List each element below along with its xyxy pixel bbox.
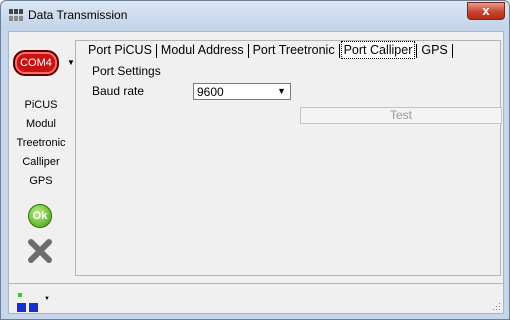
tab-separator: [338, 43, 340, 58]
baud-rate-value: 9600: [197, 85, 224, 99]
status-divider: [9, 283, 503, 284]
tab-bar: Port PiCUS Modul Address Port Treetronic Po…: [85, 41, 454, 59]
tab-separator: [416, 43, 418, 58]
baud-rate-label: Baud rate: [92, 84, 145, 98]
dialog-body: COM4 ▼ PiCUS Modul Treetronic Calliper G…: [8, 31, 504, 314]
window-title: Data Transmission: [28, 8, 128, 22]
close-icon: x: [482, 3, 490, 18]
tab-port-calliper[interactable]: Port Calliper: [340, 41, 416, 59]
chevron-down-icon[interactable]: ▼: [44, 296, 50, 302]
device-nav-list: PiCUS Modul Treetronic Calliper GPS: [9, 96, 73, 191]
tab-gps[interactable]: GPS: [418, 42, 450, 58]
title-bar[interactable]: Data Transmission x: [1, 1, 509, 29]
section-title: Port Settings: [92, 64, 161, 78]
tab-separator: [247, 43, 249, 58]
test-button[interactable]: Test: [300, 107, 502, 124]
tab-modul-address[interactable]: Modul Address: [158, 42, 247, 58]
chevron-down-icon[interactable]: ▼: [67, 58, 75, 67]
com-port-label: COM4: [20, 57, 52, 69]
baud-rate-select[interactable]: 9600 ▼: [193, 83, 291, 100]
tab-separator: [451, 43, 453, 58]
close-button[interactable]: x: [467, 2, 505, 20]
tab-port-treetronic[interactable]: Port Treetronic: [250, 42, 338, 58]
status-led-icon: [18, 293, 22, 297]
data-transmission-window: Data Transmission x COM4 ▼ PiCUS Modul T…: [0, 0, 510, 320]
nav-item-modul[interactable]: Modul: [9, 115, 73, 134]
chevron-down-icon: ▼: [277, 86, 286, 96]
tab-port-picus[interactable]: Port PiCUS: [85, 42, 155, 58]
ok-label: Ok: [32, 210, 48, 222]
nav-item-gps[interactable]: GPS: [9, 172, 73, 191]
com-port-button[interactable]: COM4: [13, 50, 59, 76]
tab-separator: [155, 43, 157, 58]
resize-grip-icon[interactable]: [493, 303, 501, 311]
ok-button[interactable]: Ok: [28, 204, 52, 228]
nav-item-treetronic[interactable]: Treetronic: [9, 134, 73, 153]
nav-item-calliper[interactable]: Calliper: [9, 153, 73, 172]
nav-item-picus[interactable]: PiCUS: [9, 96, 73, 115]
cancel-icon[interactable]: [27, 238, 53, 264]
app-icon: [9, 9, 23, 21]
connection-icon[interactable]: [17, 303, 39, 312]
